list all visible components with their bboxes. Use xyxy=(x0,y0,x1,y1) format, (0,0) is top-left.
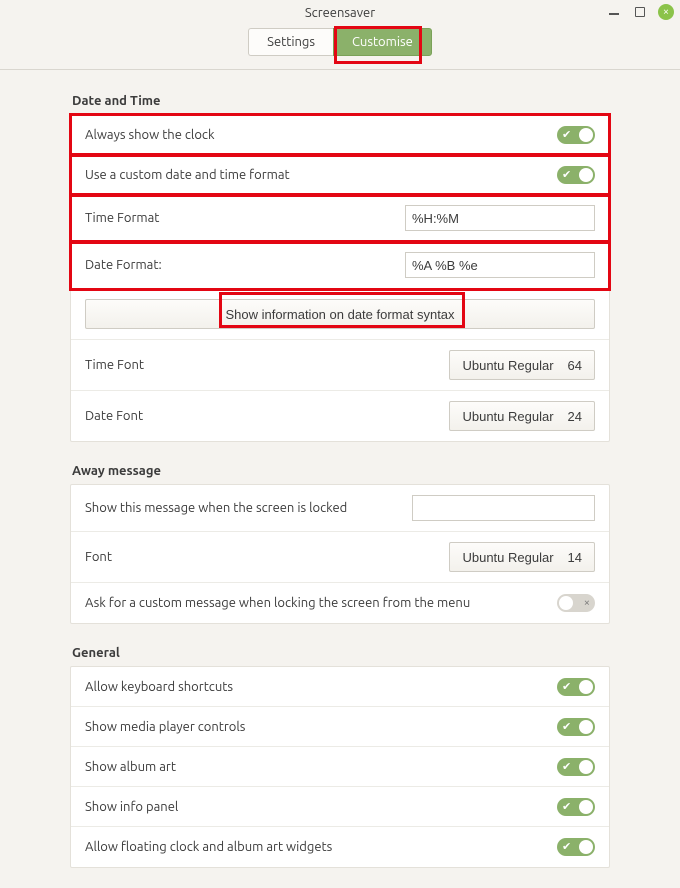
x-icon: × xyxy=(584,596,590,610)
row-away-message: Show this message when the screen is loc… xyxy=(71,485,609,532)
label-media-controls: Show media player controls xyxy=(85,720,557,734)
toggle-info-panel[interactable]: ✔× xyxy=(557,798,595,816)
check-icon: ✔ xyxy=(562,840,571,854)
check-icon: ✔ xyxy=(562,128,571,142)
row-time-format: Time Format xyxy=(71,195,609,242)
tab-settings[interactable]: Settings xyxy=(248,28,333,56)
row-date-format: Date Format: xyxy=(71,242,609,289)
titlebar: Screensaver × xyxy=(0,0,680,26)
section-title-general: General xyxy=(72,646,610,660)
label-date-font: Date Font xyxy=(85,409,449,423)
date-font-name: Ubuntu Regular xyxy=(462,409,553,424)
row-date-font: Date Font Ubuntu Regular 24 xyxy=(71,391,609,441)
label-custom-format: Use a custom date and time format xyxy=(85,168,557,182)
toggle-media-controls[interactable]: ✔× xyxy=(557,718,595,736)
row-floating-widgets: Allow floating clock and album art widge… xyxy=(71,827,609,867)
button-time-font[interactable]: Ubuntu Regular 64 xyxy=(449,350,595,380)
time-font-size: 64 xyxy=(568,358,582,373)
away-font-size: 14 xyxy=(568,550,582,565)
time-font-name: Ubuntu Regular xyxy=(462,358,553,373)
row-time-font: Time Font Ubuntu Regular 64 xyxy=(71,340,609,391)
button-date-font[interactable]: Ubuntu Regular 24 xyxy=(449,401,595,431)
toggle-album-art[interactable]: ✔× xyxy=(557,758,595,776)
check-icon: ✔ xyxy=(562,720,571,734)
label-away-font: Font xyxy=(85,550,449,564)
label-time-format: Time Format xyxy=(85,211,405,225)
check-icon: ✔ xyxy=(562,800,571,814)
row-album-art: Show album art ✔× xyxy=(71,747,609,787)
section-title-away: Away message xyxy=(72,464,610,478)
label-kbd-shortcuts: Allow keyboard shortcuts xyxy=(85,680,557,694)
window-title: Screensaver xyxy=(305,6,375,20)
toggle-kbd-shortcuts[interactable]: ✔× xyxy=(557,678,595,696)
row-away-font: Font Ubuntu Regular 14 xyxy=(71,532,609,583)
row-ask-custom: Ask for a custom message when locking th… xyxy=(71,583,609,623)
window-controls: × xyxy=(606,4,674,20)
row-kbd-shortcuts: Allow keyboard shortcuts ✔× xyxy=(71,667,609,707)
row-syntax-info: Show information on date format syntax xyxy=(71,289,609,340)
panel-away: Show this message when the screen is loc… xyxy=(70,484,610,624)
label-album-art: Show album art xyxy=(85,760,557,774)
maximize-button[interactable] xyxy=(632,4,648,20)
row-media-controls: Show media player controls ✔× xyxy=(71,707,609,747)
label-info-panel: Show info panel xyxy=(85,800,557,814)
tab-bar: Settings Customise xyxy=(0,26,680,70)
check-icon: ✔ xyxy=(562,680,571,694)
panel-datetime: Always show the clock ✔ × Use a custom d… xyxy=(70,114,610,442)
date-font-size: 24 xyxy=(568,409,582,424)
minimize-button[interactable] xyxy=(606,4,622,20)
check-icon: ✔ xyxy=(562,760,571,774)
content-area: Date and Time Always show the clock ✔ × … xyxy=(0,70,680,888)
label-away-message: Show this message when the screen is loc… xyxy=(85,501,412,515)
toggle-floating-widgets[interactable]: ✔× xyxy=(557,838,595,856)
tab-customise[interactable]: Customise xyxy=(333,28,432,56)
input-away-message[interactable] xyxy=(412,495,595,521)
toggle-ask-custom[interactable]: ✔ × xyxy=(557,594,595,612)
input-time-format[interactable] xyxy=(405,205,595,231)
close-button[interactable]: × xyxy=(658,4,674,20)
label-floating-widgets: Allow floating clock and album art widge… xyxy=(85,840,557,854)
row-always-show-clock: Always show the clock ✔ × xyxy=(71,115,609,155)
input-date-format[interactable] xyxy=(405,252,595,278)
row-info-panel: Show info panel ✔× xyxy=(71,787,609,827)
row-custom-format: Use a custom date and time format ✔ × xyxy=(71,155,609,195)
button-away-font[interactable]: Ubuntu Regular 14 xyxy=(449,542,595,572)
panel-general: Allow keyboard shortcuts ✔× Show media p… xyxy=(70,666,610,868)
section-title-datetime: Date and Time xyxy=(72,94,610,108)
toggle-custom-format[interactable]: ✔ × xyxy=(557,166,595,184)
label-time-font: Time Font xyxy=(85,358,449,372)
toggle-always-show-clock[interactable]: ✔ × xyxy=(557,126,595,144)
label-date-format: Date Format: xyxy=(85,258,405,272)
label-ask-custom: Ask for a custom message when locking th… xyxy=(85,596,557,610)
away-font-name: Ubuntu Regular xyxy=(462,550,553,565)
label-always-show-clock: Always show the clock xyxy=(85,128,557,142)
check-icon: ✔ xyxy=(562,168,571,182)
button-format-syntax-info[interactable]: Show information on date format syntax xyxy=(85,299,595,329)
